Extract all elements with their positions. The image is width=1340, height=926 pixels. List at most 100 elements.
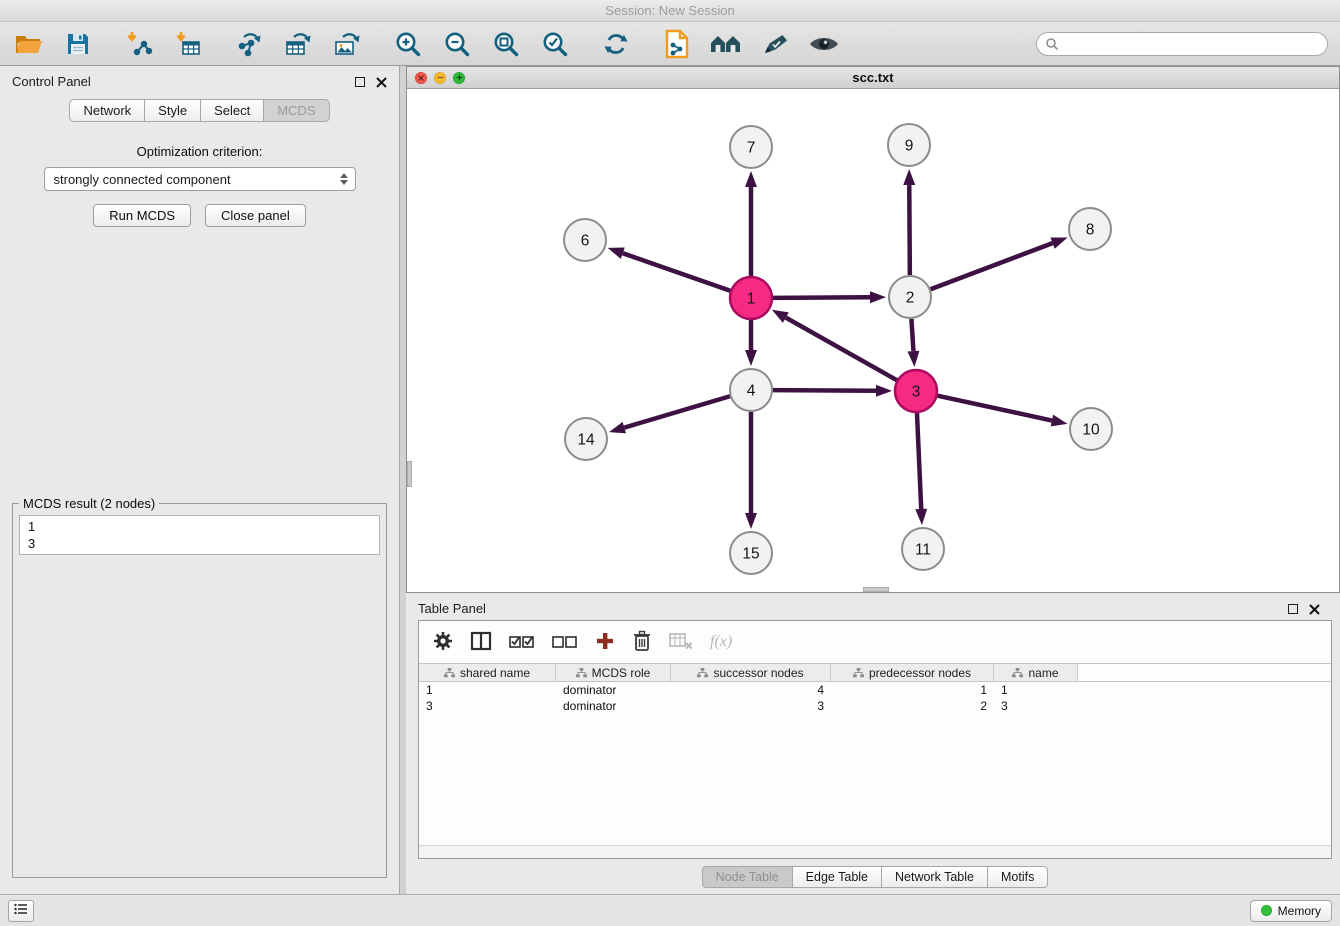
table-panel-titlebar: Table Panel bbox=[418, 593, 1332, 618]
search-input[interactable] bbox=[1036, 32, 1328, 56]
tab-style[interactable]: Style bbox=[145, 99, 201, 122]
node-2[interactable]: 2 bbox=[889, 276, 931, 318]
edge-1-6[interactable] bbox=[608, 248, 731, 291]
first-neighbors-icon[interactable] bbox=[709, 26, 743, 62]
function-icon[interactable]: f(x) bbox=[710, 633, 732, 651]
node-6[interactable]: 6 bbox=[564, 219, 606, 261]
table-row[interactable]: 1dominator411 bbox=[419, 682, 1331, 698]
zoom-light[interactable] bbox=[453, 72, 465, 84]
edge-3-11[interactable] bbox=[915, 413, 927, 525]
edge-3-10[interactable] bbox=[937, 396, 1067, 427]
save-session-icon[interactable] bbox=[61, 26, 95, 62]
criterion-dropdown[interactable]: strongly connected component bbox=[44, 167, 356, 191]
eye-icon[interactable] bbox=[807, 26, 841, 62]
control-panel-controls bbox=[355, 76, 387, 87]
table-panel-title: Table Panel bbox=[418, 601, 486, 616]
edge-1-7[interactable] bbox=[745, 171, 757, 276]
column-header-predecessor-nodes[interactable]: predecessor nodes bbox=[831, 664, 994, 681]
svg-text:9: 9 bbox=[905, 138, 914, 155]
edge-2-9[interactable] bbox=[903, 169, 915, 275]
zoom-out-icon[interactable] bbox=[440, 26, 474, 62]
column-header-successor-nodes[interactable]: successor nodes bbox=[671, 664, 831, 681]
node-4[interactable]: 4 bbox=[730, 369, 772, 411]
panel-menu-button[interactable] bbox=[8, 900, 34, 922]
minimize-light[interactable] bbox=[434, 72, 446, 84]
svg-text:2: 2 bbox=[906, 290, 915, 307]
close-light[interactable] bbox=[415, 72, 427, 84]
table-cell: 1 bbox=[831, 683, 994, 697]
column-header-mcds-role[interactable]: MCDS role bbox=[556, 664, 671, 681]
mcds-result-list[interactable]: 13 bbox=[19, 515, 380, 555]
tab-mcds[interactable]: MCDS bbox=[264, 99, 329, 122]
table-row[interactable]: 3dominator323 bbox=[419, 698, 1331, 714]
edge-2-8[interactable] bbox=[931, 237, 1068, 289]
toolbar-group-new bbox=[232, 26, 364, 62]
node-8[interactable]: 8 bbox=[1069, 208, 1111, 250]
add-column-icon[interactable] bbox=[595, 631, 615, 654]
window-traffic-lights bbox=[415, 72, 465, 84]
svg-text:10: 10 bbox=[1082, 422, 1100, 439]
table-cell: 1 bbox=[419, 683, 556, 697]
toolbar-group-session bbox=[12, 26, 95, 62]
node-3[interactable]: 3 bbox=[895, 370, 937, 412]
zoom-selected-icon[interactable] bbox=[538, 26, 572, 62]
network-canvas[interactable]: 7 9 6 8 1 2 4 3 14 10 15 11 bbox=[407, 89, 1339, 592]
tab-network[interactable]: Network bbox=[69, 99, 145, 122]
close-panel-button[interactable]: Close panel bbox=[205, 204, 306, 227]
close-table-panel-icon[interactable] bbox=[1309, 603, 1320, 614]
column-header-name[interactable]: name bbox=[994, 664, 1078, 681]
svg-text:11: 11 bbox=[915, 542, 931, 559]
run-mcds-button[interactable]: Run MCDS bbox=[93, 204, 191, 227]
export-image-icon[interactable] bbox=[330, 26, 364, 62]
splitter-handle-bottom[interactable] bbox=[863, 587, 889, 592]
import-network-icon[interactable] bbox=[122, 26, 156, 62]
tab-edge-table[interactable]: Edge Table bbox=[793, 866, 882, 888]
table-horizontal-scrollbar[interactable] bbox=[419, 845, 1331, 858]
node-7[interactable]: 7 bbox=[730, 126, 772, 168]
node-9[interactable]: 9 bbox=[888, 124, 930, 166]
table-cell: 2 bbox=[831, 699, 994, 713]
table-cell: 4 bbox=[671, 683, 831, 697]
column-header-shared-name[interactable]: shared name bbox=[419, 664, 556, 681]
edge-1-4[interactable] bbox=[745, 320, 757, 366]
edge-4-15[interactable] bbox=[745, 412, 757, 529]
delete-table-icon[interactable] bbox=[669, 631, 693, 654]
edge-4-14[interactable] bbox=[609, 396, 730, 433]
edge-2-3[interactable] bbox=[907, 319, 919, 367]
deselect-all-icon[interactable] bbox=[552, 631, 578, 654]
close-panel-icon[interactable] bbox=[376, 76, 387, 87]
select-all-icon[interactable] bbox=[509, 631, 535, 654]
control-panel-titlebar: Control Panel bbox=[0, 66, 399, 91]
clone-network-icon[interactable] bbox=[232, 26, 266, 62]
float-table-panel-icon[interactable] bbox=[1288, 604, 1298, 614]
edge-4-3[interactable] bbox=[773, 385, 892, 397]
zoom-fit-icon[interactable] bbox=[489, 26, 523, 62]
tab-node-table[interactable]: Node Table bbox=[702, 866, 793, 888]
float-panel-icon[interactable] bbox=[355, 77, 365, 87]
copy-view-icon[interactable] bbox=[660, 26, 694, 62]
annotation-icon[interactable] bbox=[758, 26, 792, 62]
gear-icon[interactable] bbox=[433, 631, 453, 654]
tab-network-table[interactable]: Network Table bbox=[882, 866, 988, 888]
node-11[interactable]: 11 bbox=[902, 528, 944, 570]
node-1[interactable]: 1 bbox=[730, 277, 772, 319]
edge-1-2[interactable] bbox=[773, 291, 886, 303]
refresh-icon[interactable] bbox=[599, 26, 633, 62]
tab-select[interactable]: Select bbox=[201, 99, 264, 122]
splitter-handle-left[interactable] bbox=[407, 461, 412, 487]
columns-icon[interactable] bbox=[470, 630, 492, 655]
network-window-titlebar[interactable]: scc.txt bbox=[407, 67, 1339, 89]
edge-3-1[interactable] bbox=[772, 310, 897, 380]
control-panel: Control Panel NetworkStyleSelectMCDS Opt… bbox=[0, 66, 400, 894]
trash-icon[interactable] bbox=[632, 630, 652, 655]
statusbar: Memory bbox=[0, 894, 1340, 926]
node-15[interactable]: 15 bbox=[730, 532, 772, 574]
import-table-icon[interactable] bbox=[171, 26, 205, 62]
tab-motifs[interactable]: Motifs bbox=[988, 866, 1048, 888]
zoom-in-icon[interactable] bbox=[391, 26, 425, 62]
node-14[interactable]: 14 bbox=[565, 418, 607, 460]
clone-table-icon[interactable] bbox=[281, 26, 315, 62]
node-10[interactable]: 10 bbox=[1070, 408, 1112, 450]
memory-button[interactable]: Memory bbox=[1250, 900, 1332, 922]
open-file-icon[interactable] bbox=[12, 26, 46, 62]
